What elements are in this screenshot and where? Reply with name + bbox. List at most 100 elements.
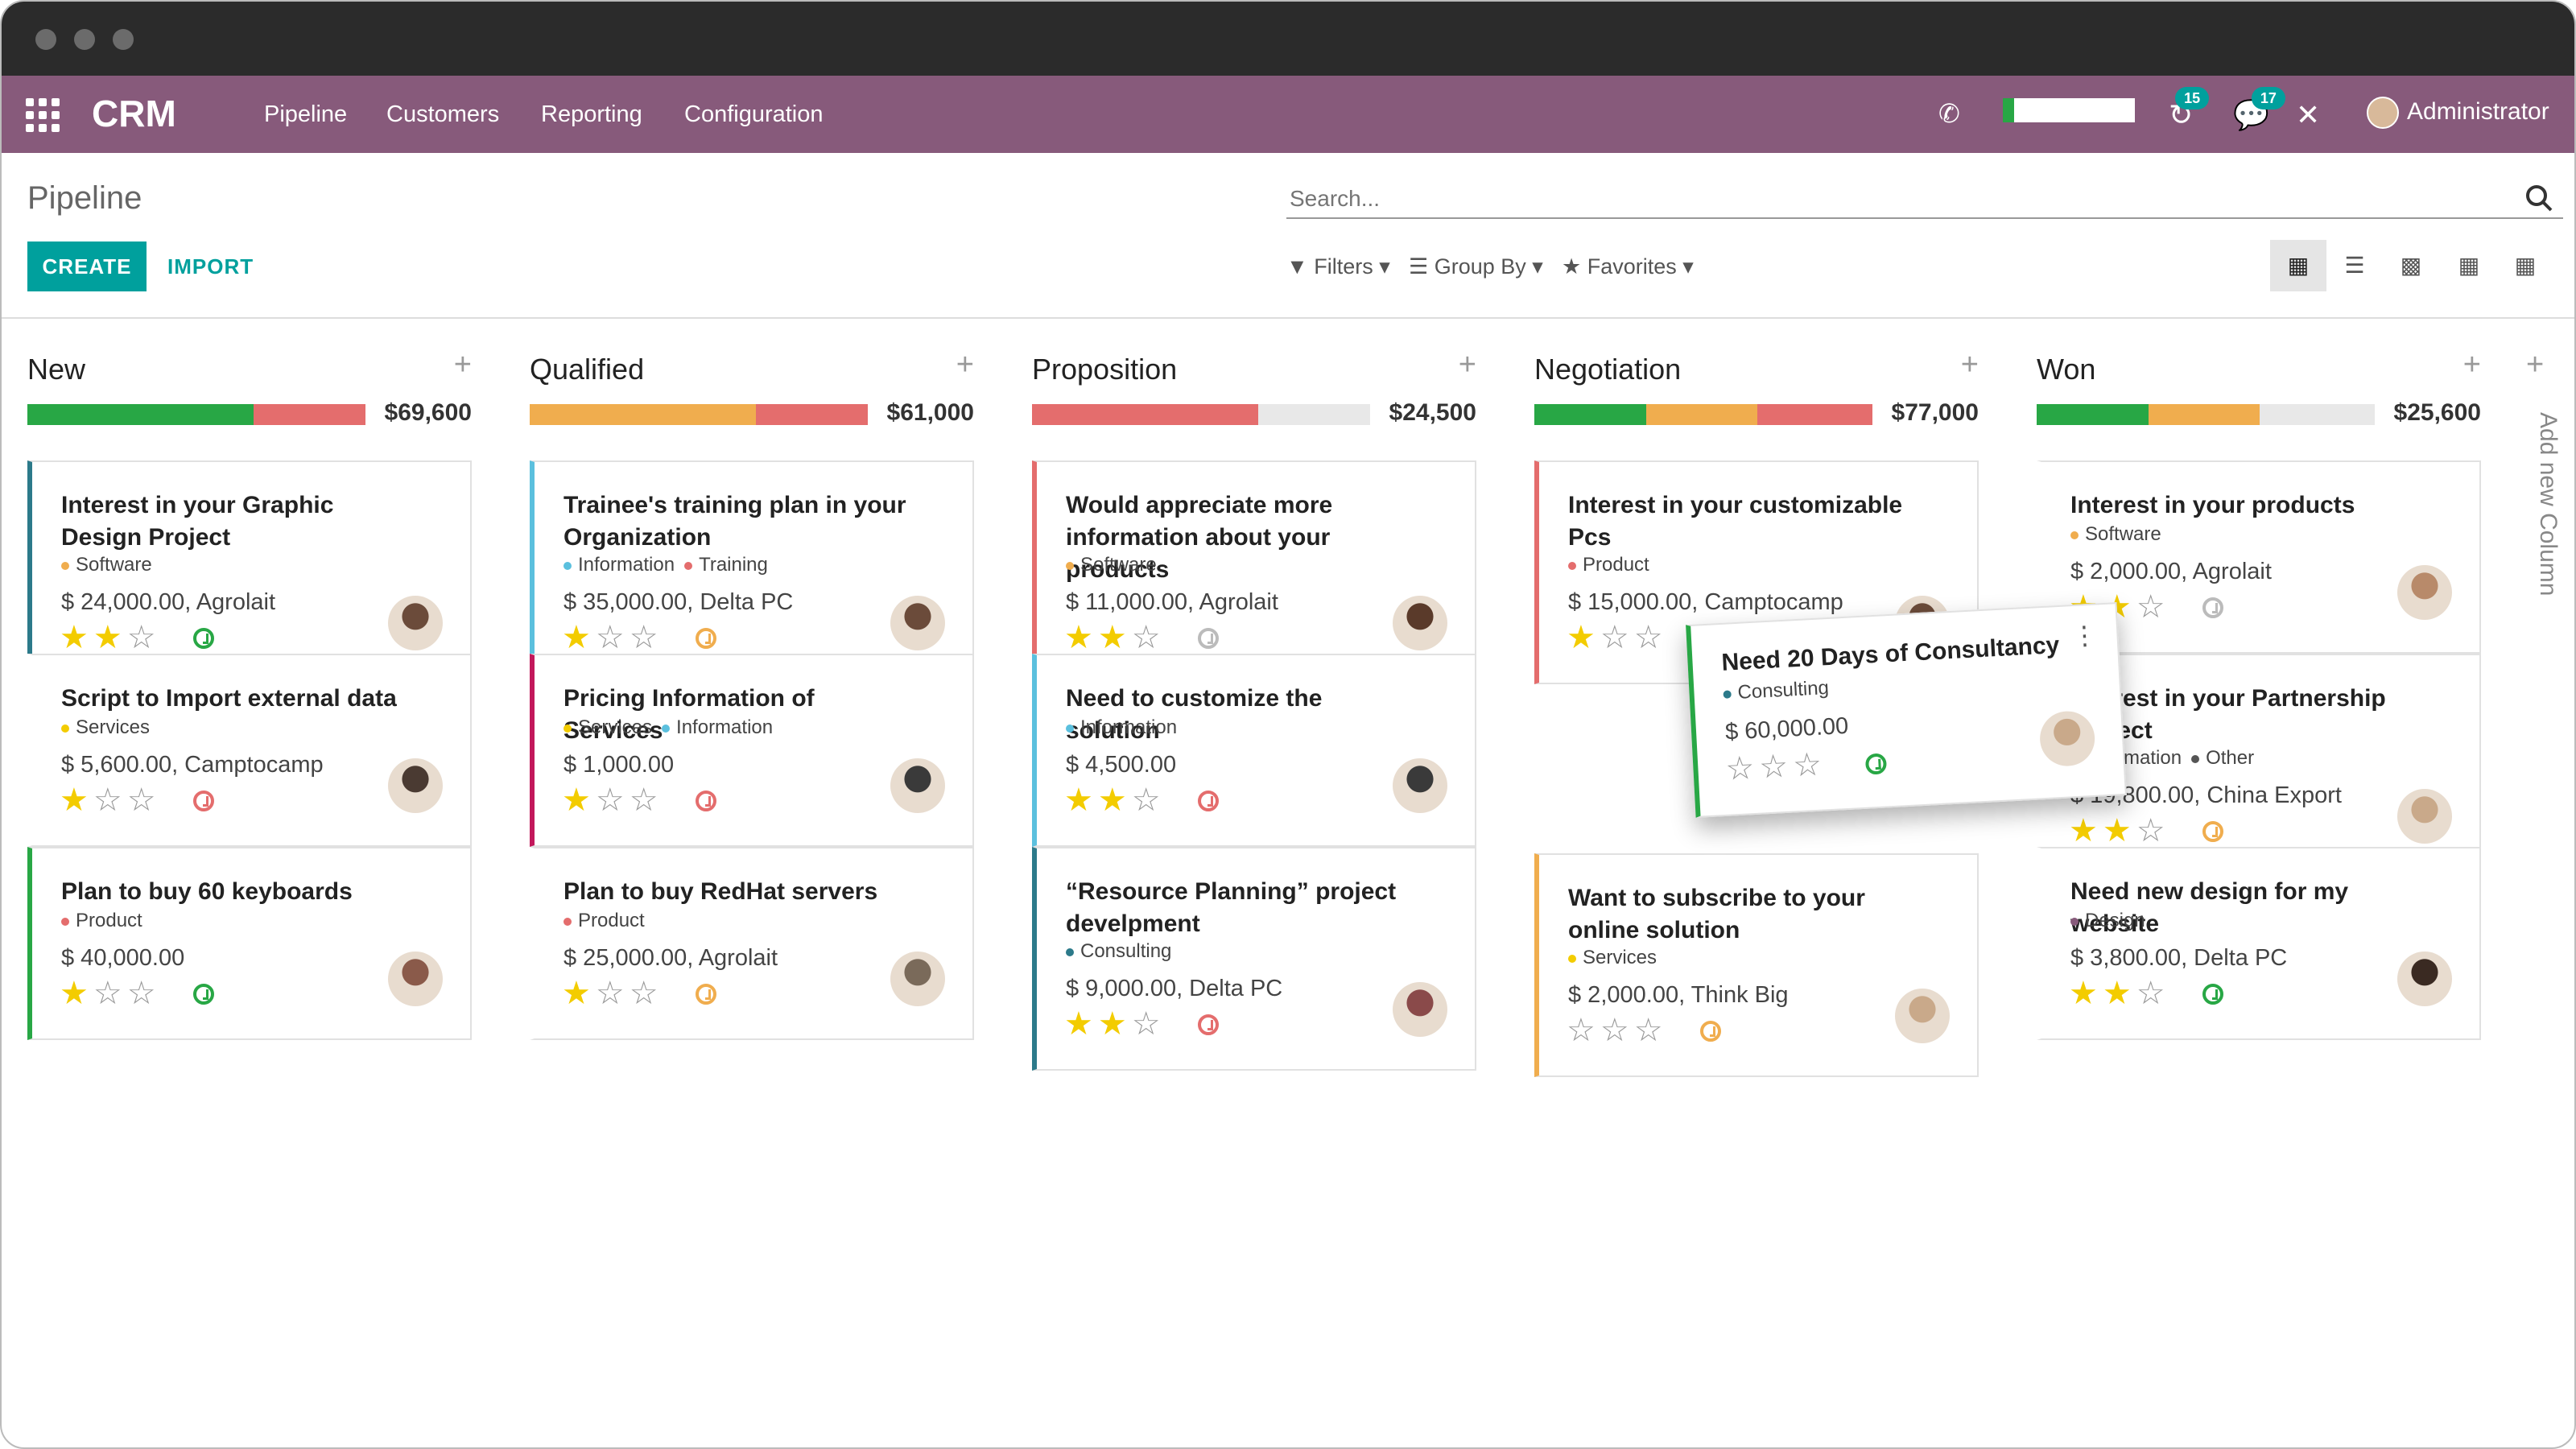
star-icon[interactable]: ☆ — [2136, 813, 2170, 848]
column-progress-bar[interactable] — [2037, 404, 2375, 425]
activity-icon[interactable]: ↻ 15 — [2169, 87, 2210, 132]
import-button[interactable]: IMPORT — [167, 242, 254, 291]
progress-segment[interactable] — [756, 404, 868, 425]
column-title[interactable]: Won — [2037, 353, 2095, 386]
kanban-card[interactable]: Want to subscribe to your online solutio… — [1534, 853, 1979, 1077]
activity-clock-icon[interactable] — [2202, 597, 2223, 618]
kanban-card[interactable]: Need new design for my website Design $ 3,… — [2037, 847, 2481, 1040]
menu-reporting[interactable]: Reporting — [541, 101, 642, 128]
activity-clock-icon[interactable] — [1198, 628, 1219, 649]
activity-clock-icon[interactable] — [1198, 791, 1219, 811]
app-brand[interactable]: CRM — [92, 92, 176, 135]
column-title[interactable]: Proposition — [1032, 353, 1177, 386]
star-icon[interactable]: ☆ — [1600, 1013, 1634, 1048]
avatar[interactable] — [1393, 982, 1447, 1037]
column-title[interactable]: New — [27, 353, 85, 386]
star-icon[interactable]: ★ — [1567, 620, 1600, 655]
graph-view-button[interactable]: ▩ — [2383, 240, 2439, 291]
avatar[interactable] — [890, 596, 945, 650]
menu-customers[interactable]: Customers — [386, 101, 499, 128]
dragging-card[interactable]: Need 20 Days of Consultancy Consulting $… — [1686, 602, 2127, 818]
progress-segment[interactable] — [2148, 404, 2260, 425]
star-icon[interactable]: ★ — [2103, 813, 2136, 848]
star-icon[interactable]: ☆ — [1634, 620, 1668, 655]
priority-stars[interactable]: ★★☆ — [1064, 784, 1166, 816]
priority-stars[interactable]: ★☆☆ — [562, 621, 663, 654]
debug-tools-icon[interactable]: ✕ — [2296, 98, 2320, 132]
priority-stars[interactable]: ★★☆ — [2069, 977, 2170, 1009]
filters-dropdown[interactable]: ▼ Filters ▾ — [1286, 254, 1390, 279]
kanban-card[interactable]: Script to Import external data Services $ … — [27, 654, 472, 847]
progress-segment[interactable] — [1032, 404, 1259, 425]
progress-segment[interactable] — [1757, 404, 1872, 425]
progress-segment[interactable] — [1645, 404, 1758, 425]
column-title[interactable]: Negotiation — [1534, 353, 1681, 386]
avatar[interactable] — [890, 952, 945, 1006]
star-icon[interactable]: ☆ — [1724, 750, 1760, 787]
star-icon[interactable]: ☆ — [630, 976, 663, 1011]
list-view-button[interactable]: ☰ — [2326, 240, 2383, 291]
priority-stars[interactable]: ★☆☆ — [1567, 621, 1668, 654]
star-icon[interactable]: ★ — [1098, 620, 1132, 655]
star-icon[interactable]: ☆ — [93, 782, 127, 818]
window-close-dot[interactable] — [35, 29, 56, 50]
kanban-card[interactable]: Plan to buy RedHat servers Product $ 25,00… — [530, 847, 974, 1040]
avatar[interactable] — [2397, 789, 2452, 844]
column-progress-bar[interactable] — [1032, 404, 1370, 425]
star-icon[interactable]: ☆ — [596, 782, 630, 818]
priority-stars[interactable]: ★★☆ — [2069, 815, 2170, 847]
star-icon[interactable]: ☆ — [127, 620, 161, 655]
add-card-plus-icon[interactable]: + — [1961, 348, 1979, 382]
column-progress-bar[interactable] — [1534, 404, 1872, 425]
star-icon[interactable]: ☆ — [1758, 748, 1794, 785]
add-card-plus-icon[interactable]: + — [956, 348, 974, 382]
column-progress-bar[interactable] — [27, 404, 365, 425]
messages-icon[interactable]: 💬 17 — [2233, 87, 2285, 132]
search-input[interactable] — [1286, 180, 2563, 219]
star-icon[interactable]: ★ — [562, 620, 596, 655]
column-progress-bar[interactable] — [530, 404, 868, 425]
star-icon[interactable]: ☆ — [2136, 976, 2170, 1011]
kanban-card[interactable]: Need to customize the solution Informatio… — [1032, 654, 1476, 847]
star-icon[interactable]: ☆ — [127, 976, 161, 1011]
progress-segment[interactable] — [27, 404, 254, 425]
star-icon[interactable]: ★ — [1064, 620, 1098, 655]
avatar[interactable] — [388, 952, 443, 1006]
priority-stars[interactable]: ★★☆ — [1064, 621, 1166, 654]
star-icon[interactable]: ☆ — [1132, 620, 1166, 655]
star-icon[interactable]: ☆ — [1792, 746, 1827, 783]
apps-menu-icon[interactable] — [26, 98, 60, 132]
star-icon[interactable]: ☆ — [1132, 782, 1166, 818]
progress-segment[interactable] — [2037, 404, 2149, 425]
add-column-plus-icon[interactable]: + — [2526, 348, 2544, 382]
kanban-card[interactable]: “Resource Planning” project develpment Co… — [1032, 847, 1476, 1071]
activity-clock-icon[interactable] — [2202, 984, 2223, 1005]
star-icon[interactable]: ★ — [2069, 976, 2103, 1011]
priority-stars[interactable]: ★★☆ — [1064, 1008, 1166, 1040]
window-maximize-dot[interactable] — [113, 29, 134, 50]
user-avatar[interactable] — [2367, 97, 2399, 129]
avatar[interactable] — [2397, 565, 2452, 620]
star-icon[interactable]: ☆ — [1132, 1006, 1166, 1042]
star-icon[interactable]: ☆ — [630, 620, 663, 655]
search-icon[interactable] — [2524, 184, 2553, 213]
window-minimize-dot[interactable] — [74, 29, 95, 50]
star-icon[interactable]: ★ — [60, 620, 93, 655]
activity-clock-icon[interactable] — [696, 628, 716, 649]
activity-clock-icon[interactable] — [696, 984, 716, 1005]
create-button[interactable]: CREATE — [27, 242, 147, 291]
star-icon[interactable]: ☆ — [1567, 1013, 1600, 1048]
priority-stars[interactable]: ★☆☆ — [60, 977, 161, 1009]
card-menu-icon[interactable]: ⋮ — [2070, 619, 2099, 651]
activity-clock-icon[interactable] — [1700, 1021, 1721, 1042]
kanban-card[interactable]: Plan to buy 60 keyboards Product $ 40,000.… — [27, 847, 472, 1040]
calendar-view-button[interactable]: ▦ — [2441, 240, 2497, 291]
star-icon[interactable]: ☆ — [93, 976, 127, 1011]
star-icon[interactable]: ★ — [1064, 782, 1098, 818]
kanban-view-button[interactable]: ▦ — [2270, 240, 2326, 291]
avatar[interactable] — [2038, 709, 2096, 768]
star-icon[interactable]: ★ — [562, 976, 596, 1011]
pivot-view-button[interactable]: ▦ — [2497, 240, 2553, 291]
star-icon[interactable]: ★ — [2103, 976, 2136, 1011]
menu-pipeline[interactable]: Pipeline — [264, 101, 347, 128]
